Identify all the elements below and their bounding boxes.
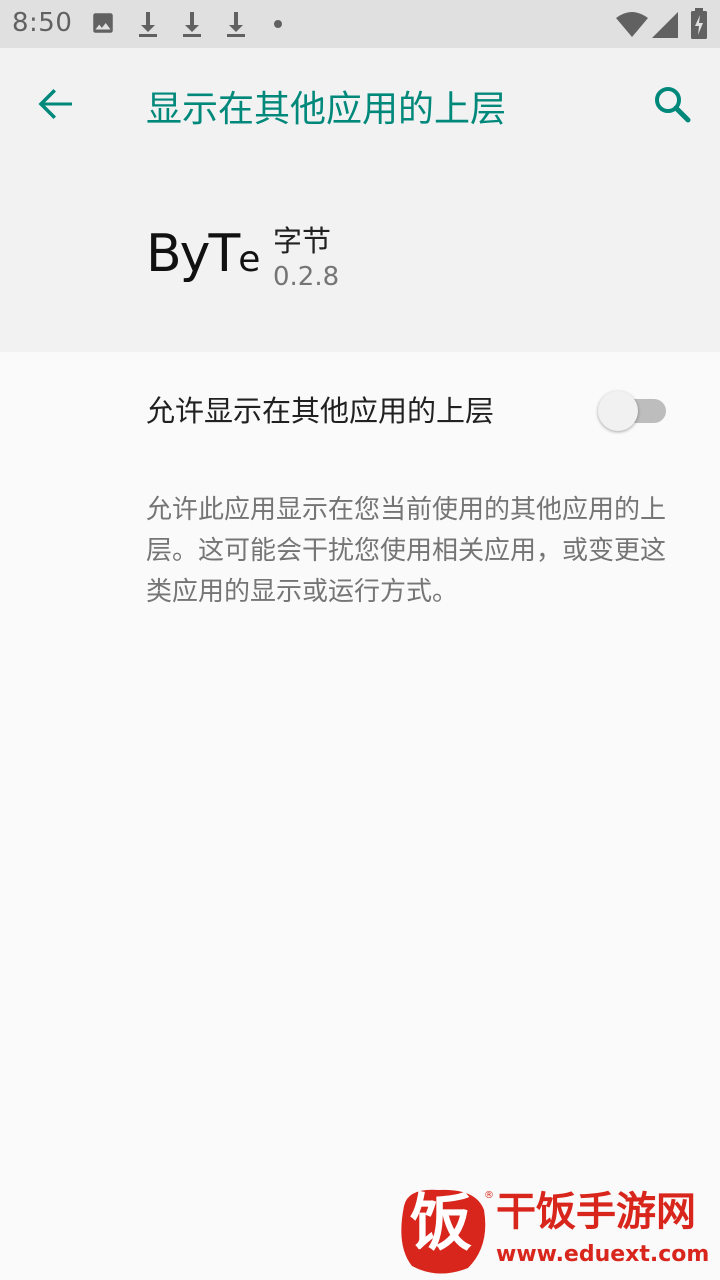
app-bar: 显示在其他应用的上层 [0,48,720,160]
download-icon [227,12,245,37]
arrow-back-icon [38,89,72,119]
page-title: 显示在其他应用的上层 [146,89,507,130]
back-button[interactable] [26,74,86,134]
search-button[interactable] [642,74,702,134]
app-version: 0.2.8 [273,262,340,292]
watermark-registered: ® [484,1190,494,1201]
dot-icon [274,20,282,28]
app-header: ByTe 字节 0.2.8 [0,160,720,352]
watermark-url: www.eduext.com [496,1242,710,1267]
wifi-icon [616,12,648,37]
permission-description: 允许此应用显示在您当前使用的其他应用的上层。这可能会干扰您使用相关应用，或变更这… [146,495,667,607]
toggle-thumb [598,391,638,431]
search-icon [655,87,691,123]
status-time: 8:50 [12,8,73,38]
app-logo: ByTe [146,228,260,280]
download-icon [139,12,157,37]
watermark-seal-char: 饭 [410,1186,473,1259]
app-logo-text-small: e [238,239,261,280]
permission-row[interactable]: 允许显示在其他应用的上层 [0,352,720,464]
battery-icon [691,8,707,39]
watermark-name: 干饭手游网 [496,1189,696,1235]
permission-label: 允许显示在其他应用的上层 [146,394,495,428]
download-icon [183,12,201,37]
status-bar: 8:50 [0,0,720,48]
signal-icon [652,12,678,38]
image-icon [93,13,113,33]
permission-toggle[interactable] [598,388,670,432]
app-logo-text: ByT [146,224,240,284]
app-name: 字节 [273,224,332,258]
watermark: 饭 ® 干饭手游网 www.eduext.com [398,1186,710,1276]
